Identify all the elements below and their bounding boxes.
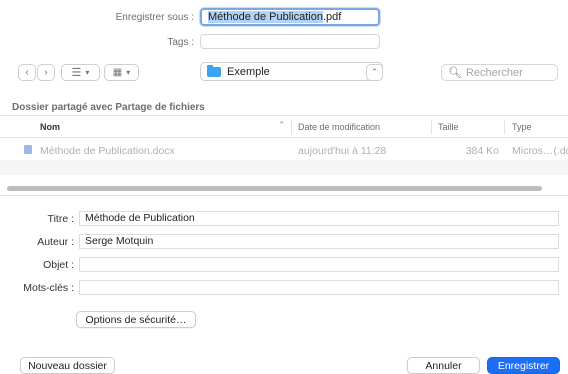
- cancel-button[interactable]: Annuler: [407, 357, 480, 374]
- search-placeholder: Rechercher: [465, 66, 523, 79]
- subject-field[interactable]: [79, 257, 559, 272]
- list-icon: ☰: [71, 67, 82, 79]
- location-header: Dossier partagé avec Partage de fichiers: [12, 102, 205, 113]
- empty-row: [0, 160, 568, 175]
- author-field[interactable]: Serge Motquin: [79, 234, 559, 249]
- column-separator: [504, 120, 505, 134]
- filename-extension: .pdf: [322, 11, 342, 23]
- expand-button[interactable]: ⌃: [366, 64, 383, 81]
- chevron-left-icon: ‹: [25, 67, 29, 78]
- view-list-button[interactable]: ☰ ▾: [61, 64, 100, 81]
- title-field[interactable]: Méthode de Publication: [79, 211, 559, 226]
- save-as-label: Enregistrer sous :: [115, 12, 194, 23]
- column-size[interactable]: Taille: [438, 122, 459, 132]
- column-name[interactable]: Nom: [40, 122, 60, 132]
- chevron-down-icon: ▾: [85, 68, 90, 77]
- save-button[interactable]: Enregistrer: [487, 357, 560, 374]
- chevron-down-icon: ▾: [126, 68, 131, 77]
- new-folder-button[interactable]: Nouveau dossier: [20, 357, 115, 374]
- author-label: Auteur :: [37, 236, 74, 248]
- file-size: 384 Ko: [465, 145, 499, 157]
- divider: [0, 195, 568, 196]
- column-separator: [431, 120, 432, 134]
- tags-label: Tags :: [167, 37, 194, 48]
- title-label: Titre :: [47, 213, 74, 225]
- view-grid-button[interactable]: ▦ ▾: [104, 64, 139, 81]
- table-row[interactable]: Méthode de Publication.docx aujourd'hui …: [0, 140, 568, 160]
- table-header: Nom ⌃ Date de modification Taille Type: [0, 117, 568, 138]
- folder-icon: [207, 64, 221, 77]
- chevron-right-icon: ›: [44, 67, 48, 78]
- tags-input[interactable]: [200, 34, 380, 49]
- file-name: Méthode de Publication.docx: [40, 145, 175, 157]
- chevron-up-icon: ⌃: [370, 67, 379, 77]
- search-icon: 🔍︎: [448, 67, 462, 79]
- keywords-label: Mots-clés :: [23, 282, 74, 294]
- divider: [0, 115, 568, 116]
- column-separator: [291, 120, 292, 134]
- file-type: Micros…(.do: [512, 145, 568, 157]
- location-popup[interactable]: Exemple ⬍: [200, 62, 383, 81]
- forward-button[interactable]: ›: [37, 64, 55, 81]
- keywords-field[interactable]: [79, 280, 559, 295]
- save-as-input[interactable]: Méthode de Publication.pdf: [200, 8, 380, 26]
- location-label: Exemple: [227, 65, 270, 78]
- subject-label: Objet :: [43, 259, 74, 271]
- file-date: aujourd'hui à 11:28: [298, 145, 387, 157]
- column-date[interactable]: Date de modification: [298, 122, 380, 132]
- sort-chevron-icon: ⌃: [278, 120, 286, 130]
- docx-file-icon: [24, 145, 32, 154]
- grid-icon: ▦: [112, 67, 123, 78]
- column-type[interactable]: Type: [512, 122, 532, 132]
- security-options-button[interactable]: Options de sécurité…: [76, 311, 196, 328]
- search-field[interactable]: 🔍︎ Rechercher: [441, 64, 558, 81]
- filename-selected: Méthode de Publication: [208, 11, 323, 23]
- back-button[interactable]: ‹: [18, 64, 36, 81]
- horizontal-scrollbar[interactable]: [7, 186, 542, 191]
